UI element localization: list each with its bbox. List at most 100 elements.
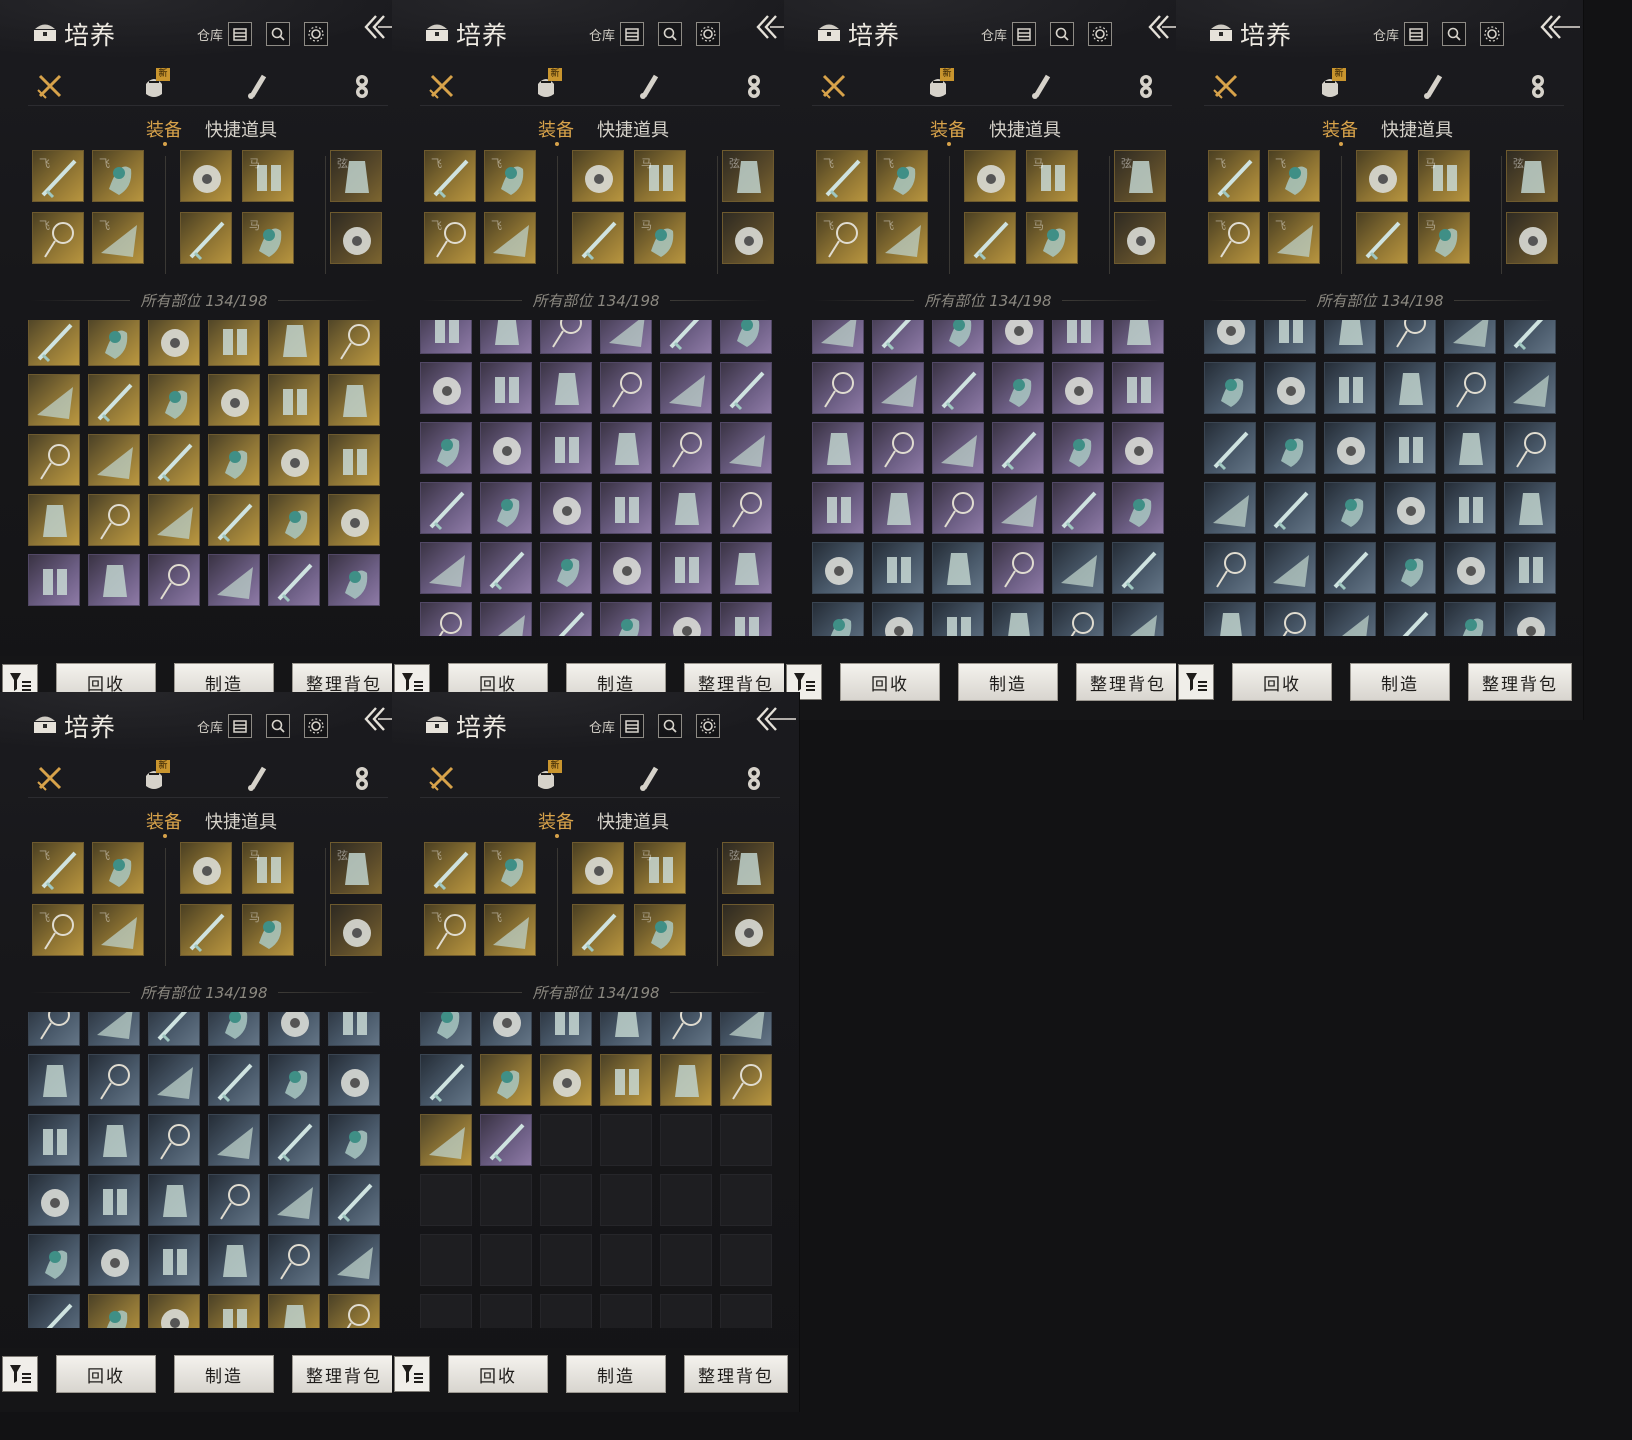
inventory-item[interactable] xyxy=(932,602,984,636)
inventory-item[interactable] xyxy=(1384,320,1436,354)
inventory-item[interactable] xyxy=(28,434,80,486)
inventory-item[interactable] xyxy=(88,374,140,426)
inventory-item[interactable] xyxy=(540,1012,592,1046)
empty-slot[interactable] xyxy=(540,1114,592,1166)
inventory-item[interactable] xyxy=(148,494,200,546)
inventory-item[interactable] xyxy=(1112,602,1164,636)
equipped-slot[interactable]: 飞 xyxy=(32,842,84,894)
inventory-item[interactable] xyxy=(1384,482,1436,534)
inventory-item[interactable] xyxy=(1264,542,1316,594)
empty-slot[interactable] xyxy=(660,1174,712,1226)
inventory-item[interactable] xyxy=(1204,602,1256,636)
inventory-item[interactable] xyxy=(1324,542,1376,594)
tab-equipment[interactable]: 装备 xyxy=(146,808,182,834)
inventory-item[interactable] xyxy=(812,542,864,594)
inventory-item[interactable] xyxy=(1324,320,1376,354)
inventory-item[interactable] xyxy=(28,1012,80,1046)
tab-quick-items[interactable]: 快捷道具 xyxy=(989,116,1061,142)
inventory-item[interactable] xyxy=(872,320,924,354)
warehouse-button[interactable] xyxy=(1012,22,1036,46)
inventory-item[interactable] xyxy=(1112,482,1164,534)
inventory-item[interactable] xyxy=(660,602,712,636)
empty-slot[interactable] xyxy=(720,1174,772,1226)
inventory-item[interactable] xyxy=(812,320,864,354)
inventory-item[interactable] xyxy=(208,494,260,546)
inventory-item[interactable] xyxy=(1504,482,1556,534)
inventory-item[interactable] xyxy=(28,554,80,606)
category-tab-1[interactable] xyxy=(34,70,66,102)
equipped-slot[interactable] xyxy=(572,904,624,956)
inventory-item[interactable] xyxy=(268,1294,320,1328)
inventory-item[interactable] xyxy=(420,1114,472,1166)
inventory-item[interactable] xyxy=(28,320,80,366)
empty-slot[interactable] xyxy=(420,1234,472,1286)
inventory-item[interactable] xyxy=(600,1054,652,1106)
equipped-slot[interactable]: 飞 xyxy=(484,150,536,202)
equipped-slot[interactable] xyxy=(964,212,1016,264)
equipped-slot[interactable] xyxy=(330,212,382,264)
equipped-slot[interactable]: 飞 xyxy=(484,904,536,956)
category-tab-3[interactable] xyxy=(1418,70,1450,102)
inventory-item[interactable] xyxy=(28,1294,80,1328)
inventory-item[interactable] xyxy=(88,494,140,546)
inventory-item[interactable] xyxy=(872,482,924,534)
warehouse-button[interactable] xyxy=(228,714,252,738)
inventory-item[interactable] xyxy=(992,602,1044,636)
inventory-item[interactable] xyxy=(932,482,984,534)
inventory-item[interactable] xyxy=(1504,422,1556,474)
inventory-item[interactable] xyxy=(420,482,472,534)
back-arrow-icon[interactable] xyxy=(754,704,798,734)
inventory-item[interactable] xyxy=(1324,422,1376,474)
equipped-slot[interactable]: 飞 xyxy=(424,904,476,956)
inventory-item[interactable] xyxy=(148,1012,200,1046)
equipped-slot[interactable]: 飞 xyxy=(424,842,476,894)
settings-button[interactable] xyxy=(696,22,720,46)
empty-slot[interactable] xyxy=(720,1114,772,1166)
empty-slot[interactable] xyxy=(660,1294,712,1328)
search-button[interactable] xyxy=(658,22,682,46)
category-tab-1[interactable] xyxy=(1210,70,1242,102)
inventory-item[interactable] xyxy=(480,320,532,354)
warehouse-button[interactable] xyxy=(620,22,644,46)
inventory-item[interactable] xyxy=(420,422,472,474)
inventory-item[interactable] xyxy=(1264,320,1316,354)
sort-bag-button[interactable]: 整理背包 xyxy=(1468,663,1572,701)
inventory-item[interactable] xyxy=(1324,602,1376,636)
equipped-slot[interactable] xyxy=(1506,212,1558,264)
inventory-item[interactable] xyxy=(148,1114,200,1166)
warehouse-link[interactable]: 仓库 xyxy=(981,25,1007,44)
equipped-slot[interactable]: 马 xyxy=(242,150,294,202)
equipped-slot[interactable]: 飞 xyxy=(32,904,84,956)
inventory-item[interactable] xyxy=(208,374,260,426)
inventory-item[interactable] xyxy=(268,1174,320,1226)
inventory-item[interactable] xyxy=(88,320,140,366)
inventory-item[interactable] xyxy=(328,1234,380,1286)
equipped-slot[interactable]: 飞 xyxy=(92,904,144,956)
inventory-item[interactable] xyxy=(1384,542,1436,594)
inventory-item[interactable] xyxy=(1052,602,1104,636)
equipped-slot[interactable]: 飞 xyxy=(876,150,928,202)
inventory-item[interactable] xyxy=(268,320,320,366)
empty-slot[interactable] xyxy=(540,1174,592,1226)
tab-equipment[interactable]: 装备 xyxy=(538,116,574,142)
inventory-item[interactable] xyxy=(148,1294,200,1328)
tab-equipment[interactable]: 装备 xyxy=(538,808,574,834)
warehouse-link[interactable]: 仓库 xyxy=(589,25,615,44)
inventory-item[interactable] xyxy=(268,1012,320,1046)
inventory-item[interactable] xyxy=(540,542,592,594)
equipped-slot[interactable] xyxy=(1356,150,1408,202)
equipped-slot[interactable]: 飞 xyxy=(424,150,476,202)
inventory-item[interactable] xyxy=(328,554,380,606)
inventory-item[interactable] xyxy=(1504,320,1556,354)
inventory-item[interactable] xyxy=(1504,542,1556,594)
recycle-button[interactable]: 回收 xyxy=(56,1355,156,1393)
equipped-slot[interactable]: 飞 xyxy=(1208,212,1260,264)
category-tab-4[interactable] xyxy=(1522,70,1554,102)
category-tab-4[interactable] xyxy=(738,70,770,102)
equipped-slot[interactable] xyxy=(180,212,232,264)
empty-slot[interactable] xyxy=(480,1174,532,1226)
equipped-slot[interactable]: 飞 xyxy=(92,150,144,202)
tab-quick-items[interactable]: 快捷道具 xyxy=(205,116,277,142)
equipped-slot[interactable]: 马 xyxy=(634,842,686,894)
inventory-item[interactable] xyxy=(208,1054,260,1106)
